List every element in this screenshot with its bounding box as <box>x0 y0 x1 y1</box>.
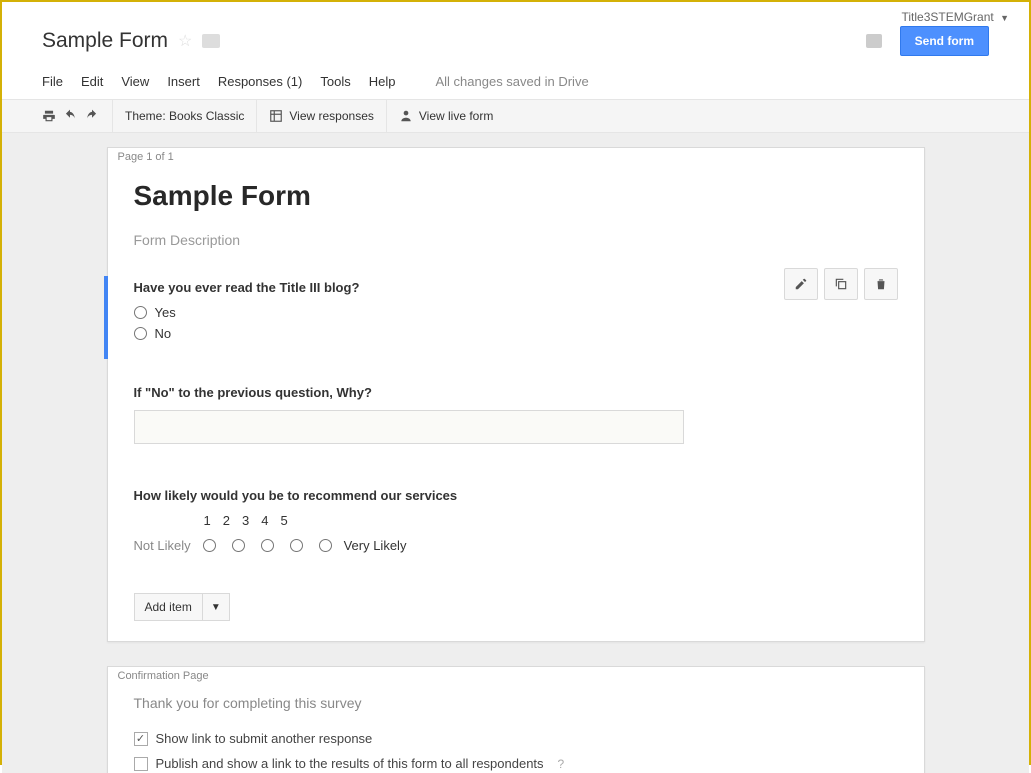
caret-down-icon[interactable]: ▼ <box>203 596 229 619</box>
option-yes[interactable]: Yes <box>134 305 898 320</box>
question-title: How likely would you be to recommend our… <box>134 488 898 503</box>
confirmation-tab: Confirmation Page <box>107 666 220 685</box>
menu-tools[interactable]: Tools <box>320 74 350 89</box>
print-icon[interactable] <box>42 109 56 123</box>
delete-button[interactable] <box>864 268 898 300</box>
question-block-2[interactable]: If "No" to the previous question, Why? <box>134 381 898 462</box>
scale-row: Not Likely Very Likely <box>134 538 898 553</box>
form-title[interactable]: Sample Form <box>134 180 898 212</box>
scale-radio-1[interactable] <box>203 539 216 552</box>
checkbox-checked-icon[interactable] <box>134 732 148 746</box>
send-form-button[interactable]: Send form <box>900 26 989 56</box>
scale-num: 1 <box>204 513 211 528</box>
folder-icon[interactable] <box>202 34 220 48</box>
conf-option-label: Publish and show a link to the results o… <box>156 756 544 771</box>
menu-view[interactable]: View <box>121 74 149 89</box>
scale-radio-2[interactable] <box>232 539 245 552</box>
menu-responses[interactable]: Responses (1) <box>218 74 303 89</box>
conf-option-1[interactable]: Show link to submit another response <box>134 731 898 746</box>
header: Sample Form ☆ Send form <box>2 2 1029 64</box>
edit-button[interactable] <box>784 268 818 300</box>
option-no[interactable]: No <box>134 326 898 341</box>
view-live-button[interactable]: View live form <box>387 100 505 132</box>
option-label: No <box>155 326 172 341</box>
view-live-label: View live form <box>419 109 493 123</box>
toolbar: Theme: Books Classic View responses View… <box>2 99 1029 133</box>
radio-input[interactable] <box>134 306 147 319</box>
question-options: Yes No <box>134 305 898 341</box>
add-item-button[interactable]: Add item ▼ <box>134 593 230 621</box>
menu-edit[interactable]: Edit <box>81 74 103 89</box>
scale-num: 3 <box>242 513 249 528</box>
checkbox-icon[interactable] <box>134 757 148 771</box>
view-responses-label: View responses <box>289 109 374 123</box>
add-item-label: Add item <box>135 594 203 620</box>
toolbar-basic <box>42 100 113 132</box>
comments-icon[interactable] <box>866 34 882 48</box>
account-name: Title3STEMGrant <box>901 10 993 24</box>
scale-numbers: 1 2 3 4 5 <box>204 513 898 528</box>
title-row: Sample Form ☆ Send form <box>42 26 989 56</box>
caret-down-icon: ▼ <box>1000 13 1009 23</box>
page-tab: Page 1 of 1 <box>107 147 185 166</box>
save-status: All changes saved in Drive <box>435 74 588 89</box>
form-page-card: Page 1 of 1 Sample Form Form Description… <box>107 147 925 642</box>
text-answer-field[interactable] <box>134 410 684 444</box>
scale-num: 4 <box>261 513 268 528</box>
theme-label: Theme: Books Classic <box>125 109 244 123</box>
form-description[interactable]: Form Description <box>134 232 898 248</box>
menubar: File Edit View Insert Responses (1) Tool… <box>2 64 1029 99</box>
theme-button[interactable]: Theme: Books Classic <box>113 100 257 132</box>
undo-icon[interactable] <box>62 109 78 123</box>
document-title[interactable]: Sample Form <box>42 29 168 53</box>
conf-option-2[interactable]: Publish and show a link to the results o… <box>134 756 898 771</box>
question-block-3[interactable]: How likely would you be to recommend our… <box>134 484 898 571</box>
duplicate-button[interactable] <box>824 268 858 300</box>
question-title: If "No" to the previous question, Why? <box>134 385 898 400</box>
question-block-1[interactable]: Have you ever read the Title III blog? Y… <box>104 276 898 359</box>
question-actions <box>784 268 898 300</box>
option-label: Yes <box>155 305 176 320</box>
person-icon <box>399 109 413 123</box>
menu-insert[interactable]: Insert <box>167 74 200 89</box>
account-menu[interactable]: Title3STEMGrant ▼ <box>901 10 1009 24</box>
scale-num: 2 <box>223 513 230 528</box>
view-responses-button[interactable]: View responses <box>257 100 387 132</box>
header-right: Send form <box>866 26 989 56</box>
redo-icon[interactable] <box>84 109 100 123</box>
menu-file[interactable]: File <box>42 74 63 89</box>
scale-high-label: Very Likely <box>344 538 407 553</box>
confirmation-card: Confirmation Page Thank you for completi… <box>107 666 925 773</box>
scale-low-label: Not Likely <box>134 538 191 553</box>
menu-help[interactable]: Help <box>369 74 396 89</box>
radio-input[interactable] <box>134 327 147 340</box>
table-icon <box>269 109 283 123</box>
scale-radio-5[interactable] <box>319 539 332 552</box>
scale-radio-4[interactable] <box>290 539 303 552</box>
scale-radio-3[interactable] <box>261 539 274 552</box>
canvas: Page 1 of 1 Sample Form Form Description… <box>2 133 1029 773</box>
conf-option-label: Show link to submit another response <box>156 731 373 746</box>
scale-num: 5 <box>280 513 287 528</box>
confirmation-message[interactable]: Thank you for completing this survey <box>134 695 898 711</box>
star-icon[interactable]: ☆ <box>178 31 192 51</box>
help-icon[interactable]: ? <box>558 757 565 771</box>
